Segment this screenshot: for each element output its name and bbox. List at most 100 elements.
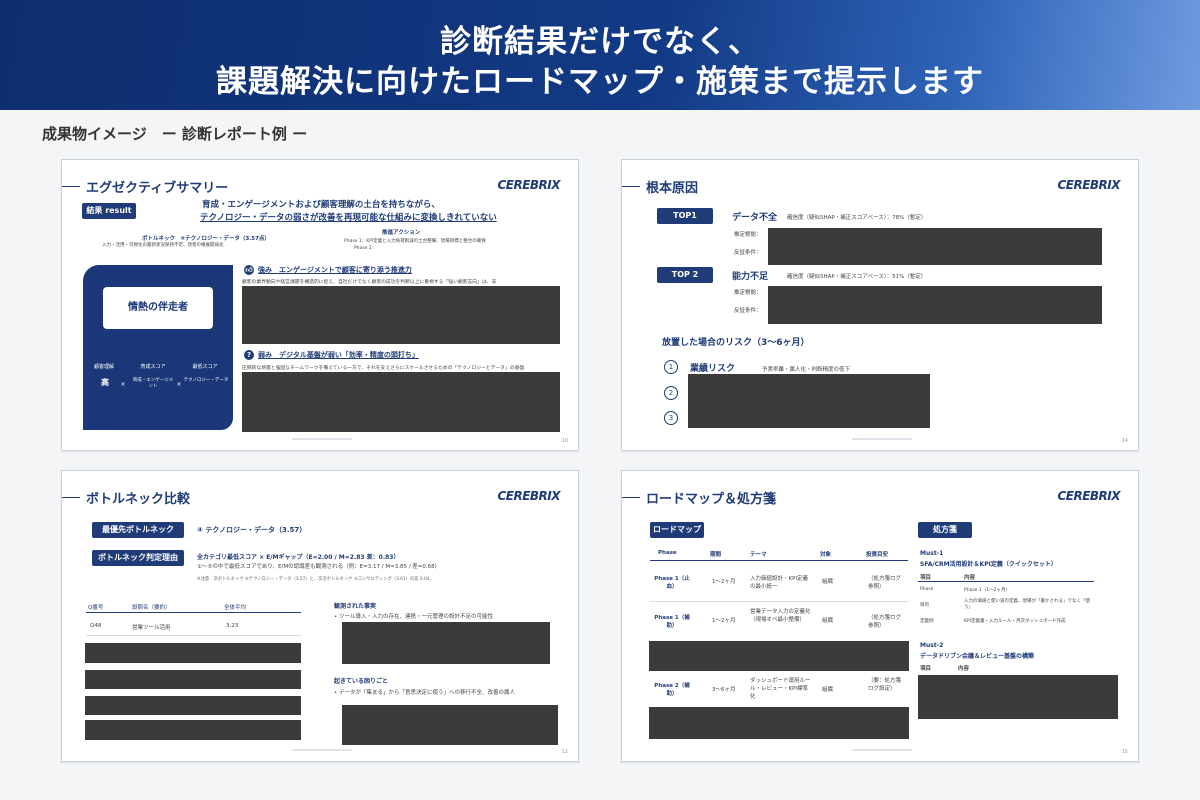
redacted-block: [768, 228, 1102, 265]
top2-title: 能力不足: [732, 272, 769, 282]
top1-basis: 推定根拠：: [734, 232, 762, 238]
redacted-block: [85, 643, 301, 663]
slide-title-text: エグゼクティブサマリー: [86, 180, 229, 196]
top1-title: データ不全: [732, 213, 778, 223]
must2-subtitle: データドリブン会議＆レビュー基盤の構築: [920, 653, 1035, 660]
cerebrix-logo: CEREBRIX: [1057, 178, 1120, 192]
reason-tag: ボトルネック判定理由: [92, 550, 184, 566]
slide-roadmap-prescription: ロードマップ＆処方箋 CEREBRIX ロードマップ Phase 期間 テーマ …: [621, 470, 1139, 762]
priority-tag: 最優先ボトルネック: [92, 522, 184, 538]
page-number: 12: [561, 749, 568, 755]
col-q-number: Q番号: [88, 605, 104, 611]
r1-phase: Phase 1（止血）: [654, 576, 690, 590]
r2-phase: Phase 1（補助）: [654, 615, 690, 629]
must1-r3-key: 定義例: [920, 619, 934, 624]
result-tag: 結果 result: [82, 203, 136, 219]
r1-target: 組織: [822, 579, 834, 585]
table-header-rule: [650, 560, 908, 561]
page-number: 14: [1121, 438, 1128, 444]
r3-theme: ダッシュボード運用ルール・レビュー・KPI標準化: [750, 678, 811, 700]
slide-bottleneck-comparison: ボトルネック比較 CEREBRIX 最優先ボトルネック ④ テクノロジー・データ…: [61, 470, 579, 762]
must1-r1-key: Phase: [920, 587, 934, 592]
thumbs-up-icon: 👍︎: [244, 265, 254, 275]
redacted-block: [85, 696, 301, 715]
bottleneck-label: ボトルネック ④テクノロジー・データ（3.57点）: [142, 236, 270, 242]
question-icon: ?: [244, 350, 254, 360]
prescription-tag: 処方箋: [918, 522, 972, 538]
top1-confidence: 確信度（疑似SHAP・補正スコアベース）：78%（暫定）: [787, 215, 927, 221]
slide-title-text: ボトルネック比較: [86, 491, 191, 507]
page-header: 診断結果だけでなく、 課題解決に向けたロードマップ・施策まで提示します: [0, 0, 1200, 110]
redacted-block: [342, 622, 550, 664]
redacted-block: [242, 286, 560, 344]
slide-executive-summary: エグゼクティブサマリー CEREBRIX 結果 result 育成・エンゲージメ…: [61, 159, 579, 451]
trouble-1-text: データが「集まる」から「意思決定に使う」への移行不全、改善の属人: [339, 690, 516, 696]
facts-title: 観測された事実: [334, 603, 377, 610]
reason-2: ①〜⑤の中で最低スコアであり、E/Mの認識差も観測される（例：E=3.17 / …: [197, 564, 441, 570]
r3-target: 組織: [822, 687, 834, 693]
redacted-block: [242, 372, 560, 432]
r2-investment: （処方箋ログ参照）: [868, 615, 902, 629]
redacted-block: [649, 641, 909, 671]
header-line-2: 課題解決に向けたロードマップ・施策まで提示します: [216, 64, 984, 100]
reason-1: 全カテゴリ最低スコア × E/Mギャップ（E=2.00 / M=2.83 差：0…: [197, 554, 400, 561]
must2-title: Must-2: [920, 642, 944, 649]
footer-line: [292, 438, 352, 440]
r1-theme: 入力価値設計・KPI定義の最小統一: [750, 576, 809, 590]
col-average: 全体平均: [224, 605, 247, 611]
score-c-value: テクノロジー・データ: [183, 378, 229, 383]
must1-subtitle: SFA/CRM活用設計＆KPI定義（クイックセット）: [920, 561, 1057, 568]
prescription-header-rule: [918, 581, 1094, 582]
action-title: 推進アクション: [382, 230, 421, 236]
col-target: 対象: [820, 552, 832, 558]
top2-counter: 反証条件：: [734, 308, 762, 314]
action-2: Phase 2：: [354, 246, 377, 251]
redacted-block: [342, 705, 558, 745]
redacted-block: [649, 707, 909, 739]
footer-line: [292, 749, 352, 751]
headline-1: 育成・エンゲージメントおよび顧客理解の土台を持ちながら、: [202, 200, 440, 210]
r1-investment: （処方箋ログ参照）: [868, 576, 902, 590]
risk-number: 2: [664, 386, 678, 400]
must2-col-content: 内容: [958, 666, 970, 672]
top2-tag: TOP 2: [657, 267, 713, 283]
slide-title: ボトルネック比較: [62, 487, 190, 507]
cerebrix-logo: CEREBRIX: [1057, 489, 1120, 503]
page-number: 10: [561, 438, 568, 444]
r2-period: 1〜2ヶ月: [712, 618, 736, 624]
fact-1-text: ツール導入・入力の存在、連携・一元管理の設計不足の可能性: [339, 614, 494, 620]
row-name: 営業ツール活用: [132, 625, 171, 631]
row-q: Q48: [90, 623, 102, 629]
slide-title: ロードマップ＆処方箋: [622, 487, 776, 507]
risk-number: 3: [664, 411, 678, 425]
top1-counter: 反証条件：: [734, 250, 762, 256]
weakness-heading: 弱み デジタル基盤が弱い「効率・精度の頭打ち」: [258, 351, 419, 359]
r1-period: 1〜2ヶ月: [712, 579, 736, 585]
headline-2: テクノロジー・データの弱さが改善を再現可能な仕組みに変換しきれていない: [200, 213, 497, 223]
r2-target: 組織: [822, 618, 834, 624]
times-icon: ×: [120, 381, 126, 388]
bottleneck-sub: 入力・活用・可視化の最新状況保持不足、改善の横展開弱化: [102, 243, 224, 248]
must1-title: Must-1: [920, 550, 944, 557]
risk-1-text: 予実乖離・属人化・判断精度の低下: [762, 367, 851, 373]
top1-tag: TOP1: [657, 208, 713, 224]
col-period: 期間: [710, 552, 722, 558]
page-number: 15: [1121, 749, 1128, 755]
score-a-label: 顧客理解: [93, 364, 114, 370]
header-line-1: 診断結果だけでなく、: [440, 24, 760, 60]
col-investment: 投資目安: [866, 552, 889, 558]
risk-number: 1: [664, 360, 678, 374]
note-text: ※注意 次ボトルネック ④テクノロジー・データ（3.57）と、次次ボトルネック …: [197, 577, 434, 582]
roadmap-tag: ロードマップ: [650, 522, 704, 538]
priority-value: ④ テクノロジー・データ（3.57）: [197, 526, 307, 534]
col-theme: テーマ: [750, 552, 767, 558]
persona-label: 情熱の伴走者: [103, 287, 213, 329]
slide-title-text: 根本原因: [646, 180, 699, 196]
top2-confidence: 確信度（疑似SHAP・補正スコアベース）：51%（暫定）: [787, 274, 927, 280]
score-b-value: 育成・エンゲージメント: [132, 378, 174, 389]
fact-1: • ツール導入・入力の存在、連携・一元管理の設計不足の可能性: [334, 614, 494, 620]
score-c-label: 最低スコア: [192, 364, 218, 370]
weakness-text: 圧倒的な熱量と強固なチームワークを備えている一方で、それを支えさらにスケールさせ…: [242, 366, 525, 371]
times-icon: ×: [176, 381, 182, 388]
must1-r3-value: KPI定義書・入力ルール・月次ダッシュボード作成: [964, 619, 1066, 624]
